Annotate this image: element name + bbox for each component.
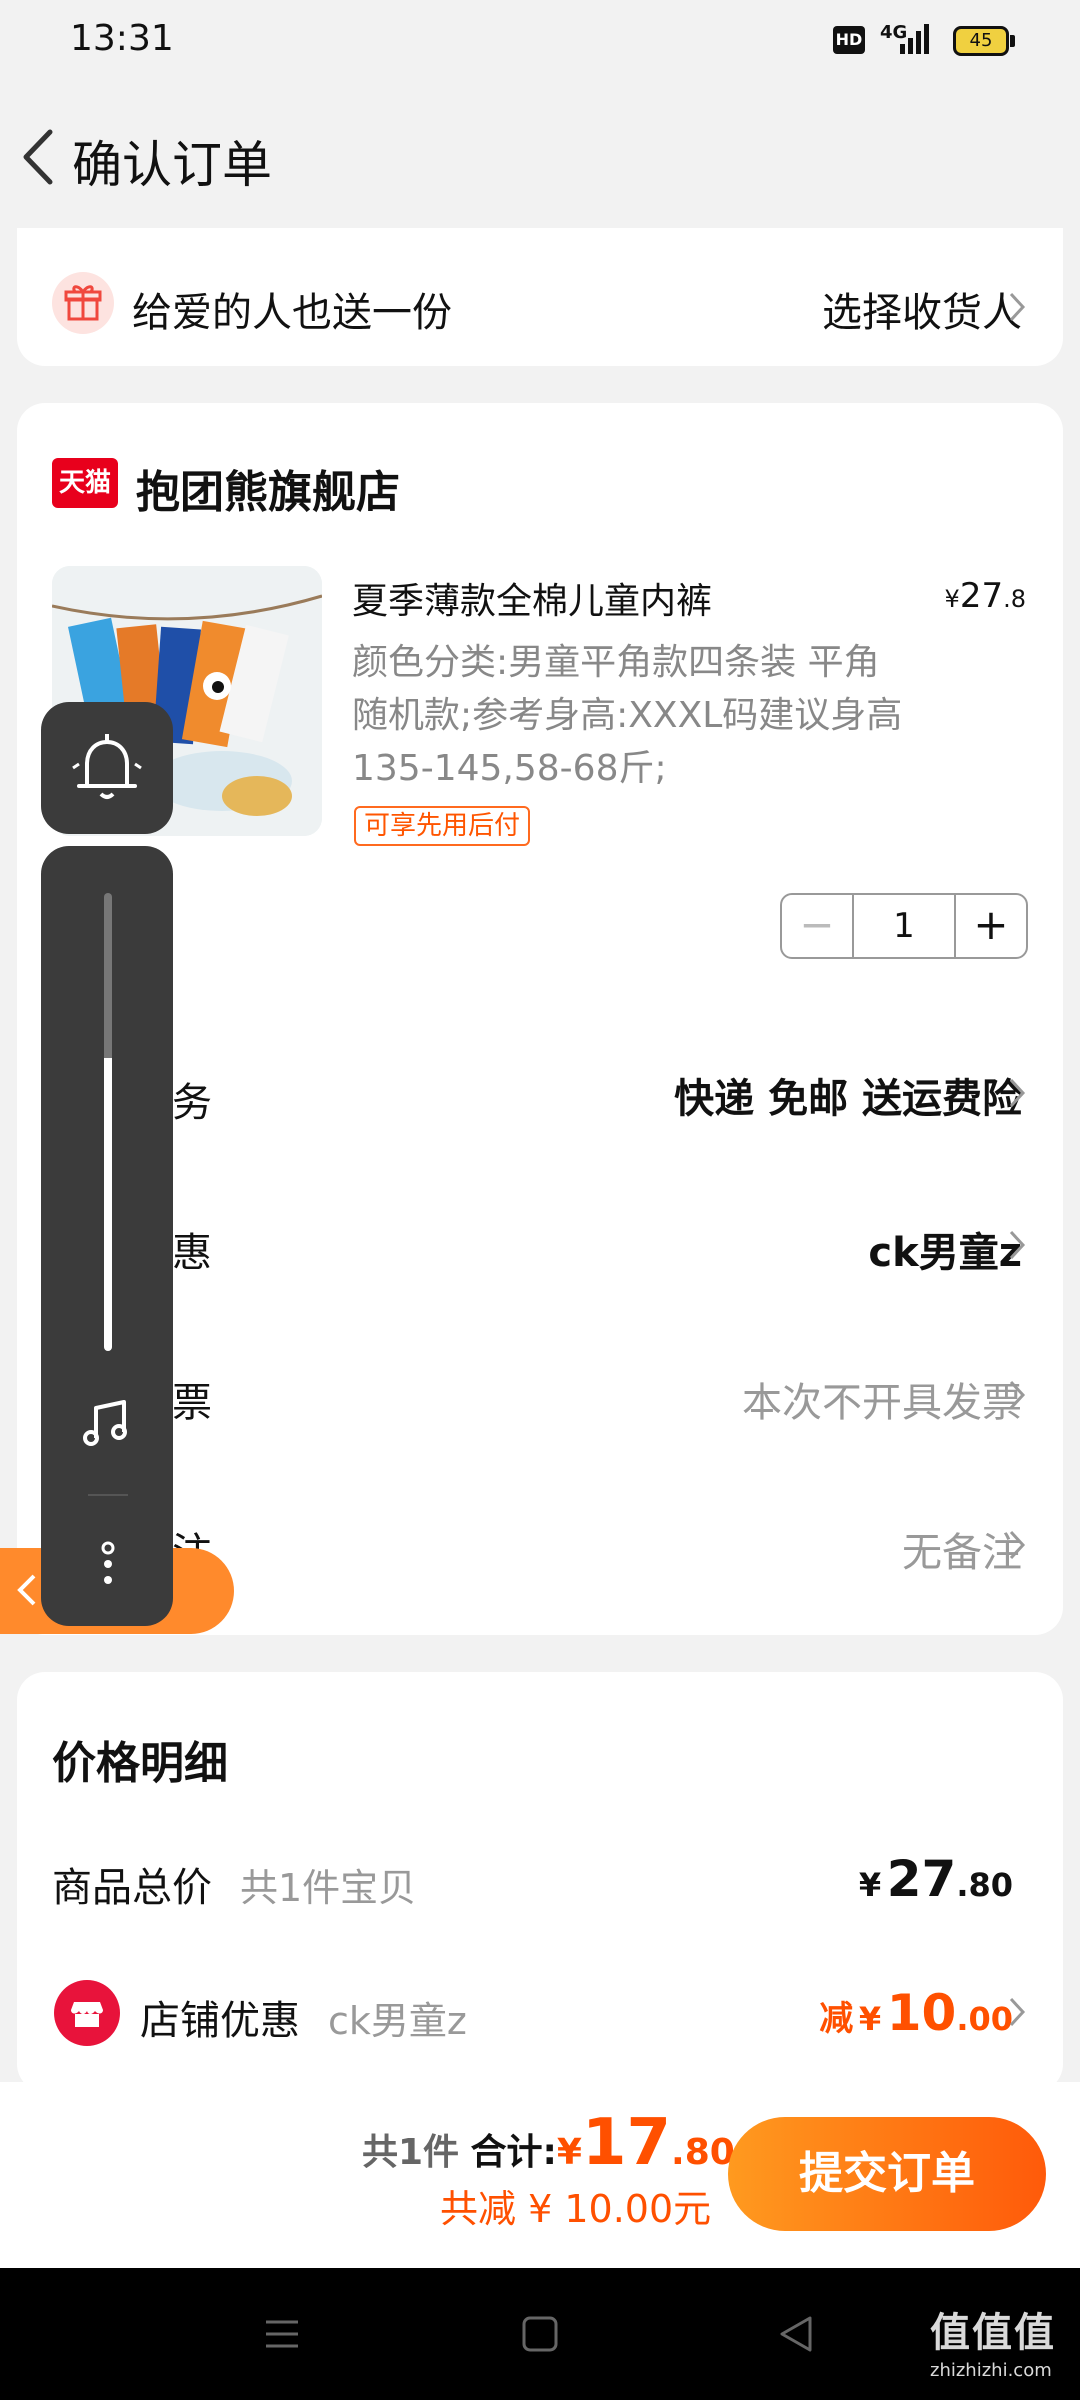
product-title[interactable]: 夏季薄款全棉儿童内裤 <box>352 572 712 624</box>
return-chevron-icon <box>17 1574 36 1606</box>
page-title: 确认订单 <box>72 136 272 194</box>
chevron-right-icon <box>1009 1380 1026 1410</box>
item-count: 共1件 <box>362 2132 460 2173</box>
sum-integer: 17 <box>581 2106 672 2180</box>
gift-label: 给爱的人也送一份 <box>132 290 452 336</box>
saved-amount: 共减 ¥ 10.00元 <box>440 2187 712 2231</box>
quantity-value[interactable]: 1 <box>854 895 954 957</box>
gift-icon <box>52 272 114 334</box>
product-price: ¥27.8 <box>945 576 1026 616</box>
quantity-increase-button[interactable]: + <box>954 895 1026 957</box>
order-note-value[interactable]: 无备注 <box>902 1520 1022 1578</box>
store-discount-code: ck男童z <box>328 1999 467 2043</box>
order-sum: 共1件 合计:¥17.80 <box>362 2106 735 2180</box>
signal-icon <box>900 24 929 54</box>
battery-cap <box>1010 35 1015 47</box>
sum-label: 合计: <box>470 2132 557 2173</box>
goods-count: 共1件宝贝 <box>240 1866 417 1910</box>
chevron-right-icon <box>1009 1078 1026 1108</box>
total-decimal: .80 <box>956 1866 1013 1904</box>
ringer-mode-button[interactable] <box>41 702 173 834</box>
sum-decimal: .80 <box>671 2132 735 2173</box>
store-discount-detail-label: 店铺优惠 <box>140 1998 300 2044</box>
invoice-value[interactable]: 本次不开具发票 <box>742 1370 1022 1428</box>
goods-total-price: ¥ 27.80 <box>859 1850 1013 1908</box>
price-currency: ¥ <box>944 585 960 613</box>
more-options-icon[interactable] <box>98 1540 118 1588</box>
tmall-logo: 天猫 <box>52 458 118 508</box>
hd-badge: HD <box>833 26 865 54</box>
bell-icon <box>72 734 142 799</box>
delivery-value[interactable]: 快递 免邮 送运费险 <box>674 1066 1022 1124</box>
back-nav-icon[interactable] <box>776 2314 816 2354</box>
status-time: 13:31 <box>70 18 174 59</box>
product-spec[interactable]: 颜色分类:男童平角款四条装 平角随机款;参考身高:XXXL码建议身高135-14… <box>352 636 912 795</box>
choose-recipient-link[interactable]: 选择收货人 <box>822 280 1022 338</box>
chevron-right-icon <box>1009 1230 1026 1260</box>
panel-divider <box>88 1494 128 1496</box>
price-detail-heading: 价格明细 <box>52 1738 228 1789</box>
back-arrow-icon[interactable] <box>14 122 64 192</box>
home-nav-icon[interactable] <box>520 2314 560 2354</box>
discount-integer: 10 <box>886 1984 957 2042</box>
watermark-logo: 值值值 <box>930 2310 1056 2356</box>
total-currency: ¥ <box>858 1866 882 1904</box>
quantity-stepper: − 1 + <box>780 893 1028 959</box>
music-note-icon[interactable] <box>78 1394 134 1450</box>
chevron-right-icon <box>1009 292 1026 322</box>
battery-icon: 45 <box>953 26 1009 56</box>
store-discount-value[interactable]: ck男童z <box>868 1220 1022 1278</box>
store-name[interactable]: 抱团熊旗舰店 <box>136 456 400 520</box>
quantity-decrease-button[interactable]: − <box>782 895 854 957</box>
store-icon <box>54 1980 120 2046</box>
total-integer: 27 <box>886 1850 957 1908</box>
store-discount-amount[interactable]: 减 ¥ 10.00 <box>819 1984 1013 2042</box>
chevron-right-icon <box>1009 1997 1026 2027</box>
discount-decimal: .00 <box>956 2000 1013 2038</box>
submit-order-button[interactable]: 提交订单 <box>728 2117 1046 2231</box>
price-integer: 27 <box>959 576 1004 616</box>
chevron-right-icon <box>1009 1530 1026 1560</box>
sum-currency: ¥ <box>556 2132 582 2173</box>
discount-prefix: 减 <box>819 1999 854 2039</box>
pay-later-tag: 可享先用后付 <box>354 806 531 846</box>
goods-total-label: 商品总价 <box>52 1865 212 1911</box>
discount-currency: ¥ <box>858 2000 882 2038</box>
volume-slider-fill <box>104 1058 112 1351</box>
menu-nav-icon[interactable] <box>262 2314 302 2354</box>
price-decimal: .8 <box>1003 585 1026 613</box>
watermark-url: zhizhizhi.com <box>930 2360 1052 2381</box>
